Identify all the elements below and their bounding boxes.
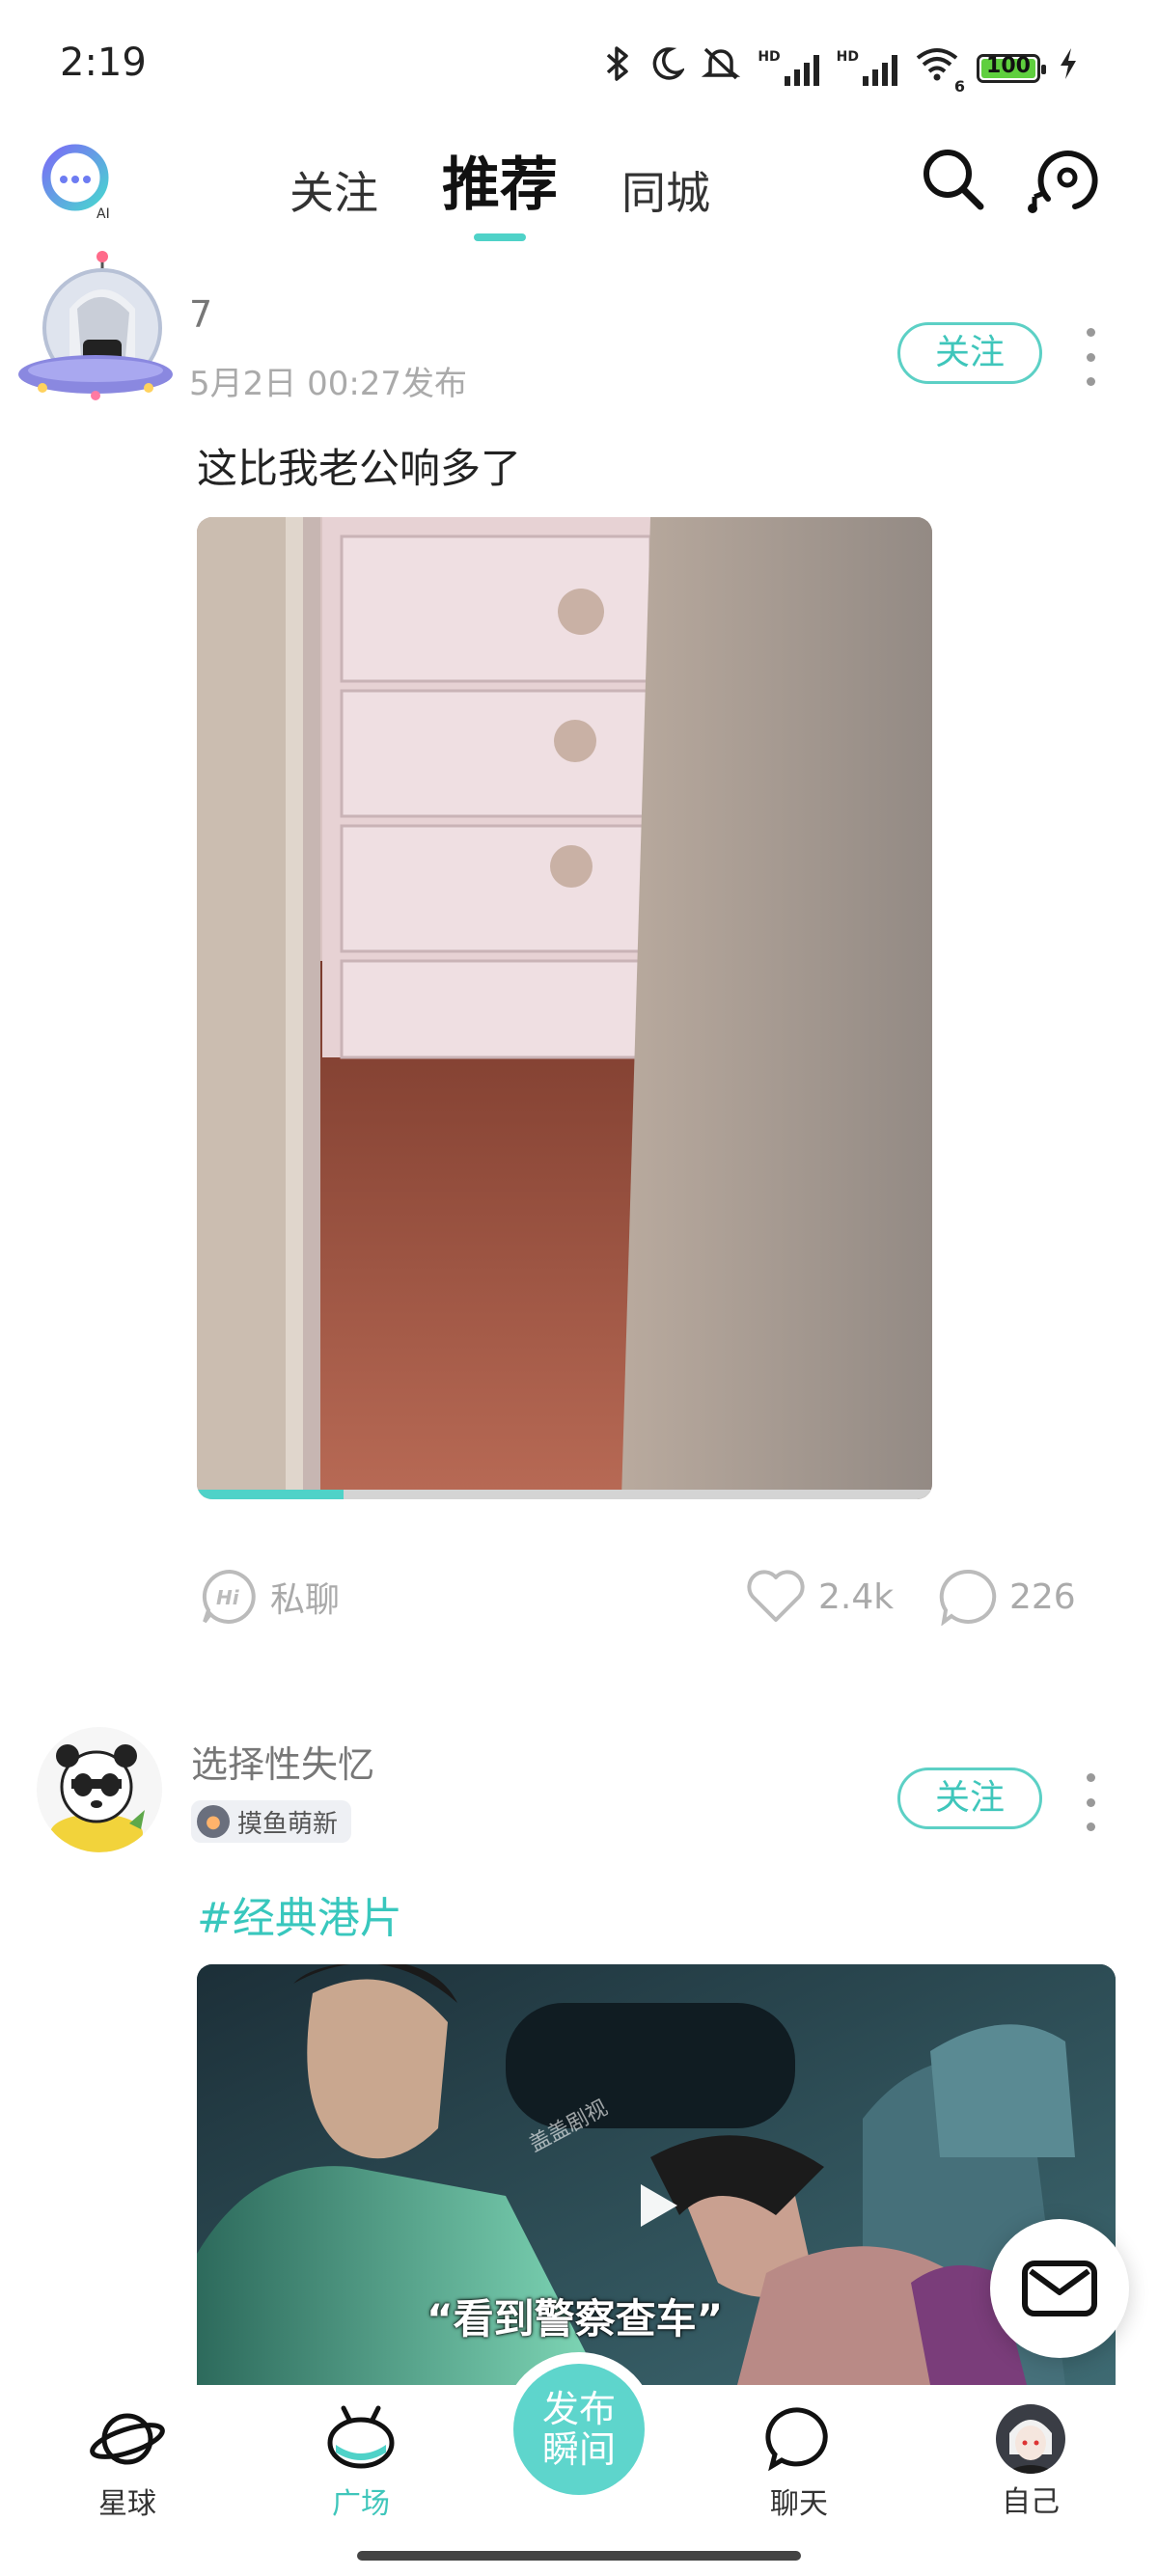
- hd-label-2: HD: [836, 48, 859, 65]
- mail-icon: [1022, 2261, 1097, 2316]
- home-indicator[interactable]: [357, 2551, 801, 2561]
- avatar[interactable]: [14, 251, 178, 415]
- like-button[interactable]: 2.4k: [745, 1568, 894, 1626]
- bottom-nav: 星球 广场 发布 瞬间 聊天 自己: [0, 2352, 1158, 2576]
- publish-button[interactable]: 发布 瞬间: [513, 2364, 645, 2495]
- publish-button-wrap: 发布 瞬间: [502, 2352, 656, 2507]
- mute-icon: [702, 45, 741, 91]
- video-progress-bar: [197, 1490, 345, 1499]
- tab-recommended-label: 推荐: [442, 151, 558, 219]
- signal-icon: [784, 51, 819, 86]
- more-options-icon-2[interactable]: [1081, 1773, 1100, 1831]
- battery-level: 100: [986, 53, 1031, 78]
- svg-text:Hi: Hi: [216, 1586, 240, 1609]
- comment-button[interactable]: 226: [938, 1568, 1076, 1626]
- publish-label-1: 发布: [541, 2388, 616, 2430]
- nav-square-label: 广场: [332, 2487, 390, 2521]
- hd-label: HD: [758, 48, 781, 65]
- nav-profile[interactable]: 自己: [963, 2404, 1098, 2520]
- tab-nearby[interactable]: 同城: [621, 158, 710, 222]
- video-progress[interactable]: [197, 1490, 932, 1499]
- status-icons: HD HD 6 100: [603, 44, 1079, 96]
- nav-profile-label: 自己: [1002, 2485, 1060, 2519]
- charging-icon: [1058, 46, 1079, 90]
- tab-following[interactable]: 关注: [290, 158, 378, 222]
- fish-badge-icon: ●: [197, 1805, 230, 1838]
- private-chat-label: 私聊: [270, 1580, 341, 1620]
- nav-square[interactable]: 广场: [293, 2404, 428, 2522]
- post-video[interactable]: [197, 517, 932, 1499]
- post-username-2[interactable]: 选择性失忆: [191, 1735, 374, 1788]
- status-bar: 2:19 HD HD 6 100: [0, 0, 1158, 116]
- video-caption: “看到警察查车”: [427, 2295, 724, 2343]
- nav-chat-label: 聊天: [770, 2487, 828, 2521]
- square-icon: [327, 2405, 395, 2469]
- post-time: 5月2日 00:27发布: [189, 365, 468, 403]
- feed-tabs: 关注 推荐 同城: [290, 125, 710, 241]
- profile-avatar: [996, 2404, 1065, 2474]
- status-time: 2:19: [60, 41, 147, 85]
- bluetooth-icon: [603, 44, 632, 92]
- comment-icon: [939, 1569, 997, 1626]
- moon-icon: [649, 45, 687, 91]
- heart-icon: [747, 1570, 805, 1622]
- planet-icon: [90, 2413, 165, 2465]
- nav-planet[interactable]: 星球: [60, 2404, 195, 2522]
- search-icon[interactable]: [919, 145, 988, 214]
- like-count: 2.4k: [818, 1576, 895, 1617]
- logo-caption: AI: [96, 206, 110, 222]
- nav-chat[interactable]: 聊天: [731, 2404, 867, 2522]
- comment-count: 226: [1009, 1576, 1076, 1617]
- post-card-2: 选择性失忆 ● 摸鱼萌新 关注 #经典港片 “看到警察查车” 盖盖剧视: [0, 1727, 1158, 2402]
- avatar-panda[interactable]: [37, 1727, 162, 1852]
- post-username[interactable]: 7: [189, 293, 212, 336]
- hi-chat-icon: Hi: [202, 1569, 256, 1624]
- more-options-icon[interactable]: [1081, 328, 1100, 386]
- app-logo-icon[interactable]: AI: [33, 141, 120, 222]
- post-card: 7 5月2日 00:27发布 关注 这比我老公响多了 Hi 私聊 2.4k 22…: [0, 251, 1158, 1669]
- battery-icon: 100: [977, 53, 1046, 83]
- wifi-icon: 6: [915, 46, 965, 96]
- user-badge: ● 摸鱼萌新: [191, 1800, 352, 1843]
- publish-label-2: 瞬间: [541, 2428, 616, 2471]
- signal-icon-2: [863, 51, 897, 86]
- nav-planet-label: 星球: [98, 2487, 156, 2521]
- private-chat-button[interactable]: Hi 私聊: [201, 1568, 340, 1626]
- tab-recommended[interactable]: 推荐: [442, 138, 558, 241]
- top-nav: AI 关注 推荐 同城: [0, 125, 1158, 241]
- message-fab[interactable]: [990, 2219, 1129, 2358]
- wifi-label: 6: [953, 77, 965, 96]
- follow-button-2[interactable]: 关注: [897, 1768, 1042, 1829]
- active-tab-indicator: [474, 233, 526, 241]
- post-hashtag[interactable]: #经典港片: [197, 1883, 402, 1945]
- post-text: 这比我老公响多了: [197, 445, 522, 492]
- user-badge-label: 摸鱼萌新: [237, 1809, 339, 1839]
- music-icon[interactable]: [1027, 145, 1098, 214]
- follow-button[interactable]: 关注: [897, 322, 1042, 384]
- post-video-2[interactable]: “看到警察查车” 盖盖剧视: [197, 1964, 1116, 2385]
- chat-icon: [765, 2407, 828, 2472]
